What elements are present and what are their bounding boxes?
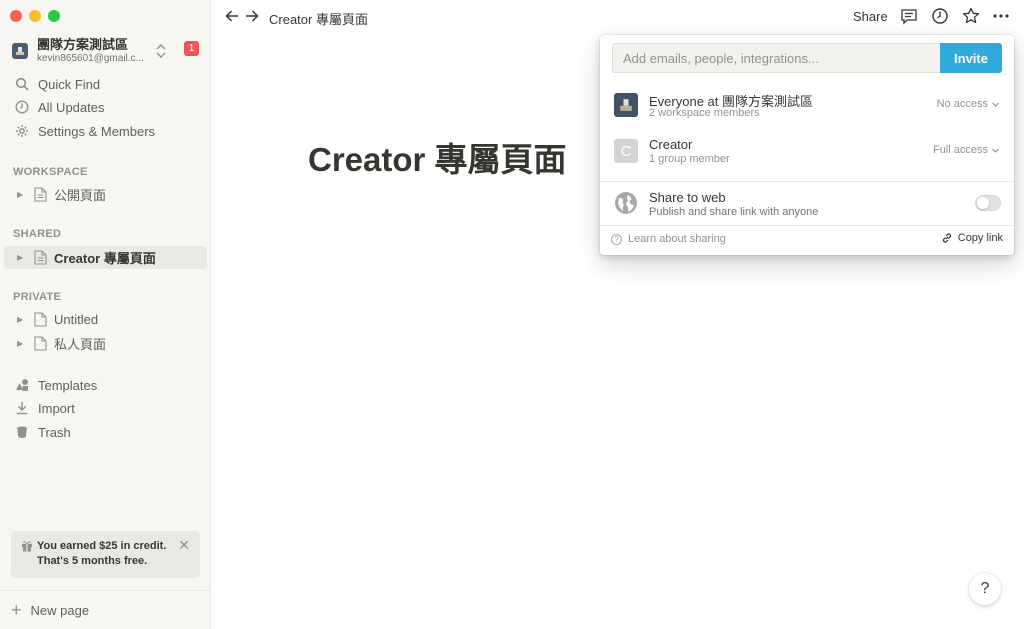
settings-members-button[interactable]: Settings & Members bbox=[4, 119, 207, 143]
chevron-down-icon bbox=[992, 102, 999, 107]
all-updates-label: All Updates bbox=[38, 99, 105, 115]
new-page-button[interactable]: + New page bbox=[0, 590, 211, 629]
divider bbox=[600, 181, 1014, 182]
learn-sharing-link[interactable]: ? Learn about sharing bbox=[611, 233, 726, 245]
notification-badge[interactable]: 1 bbox=[184, 41, 199, 56]
sidebar-page-label: 公開頁面 bbox=[54, 188, 107, 203]
member-subtitle: 1 group member bbox=[649, 153, 730, 165]
sidebar-page-label: Creator 專屬頁面 bbox=[54, 251, 156, 266]
chevron-updown-icon[interactable] bbox=[154, 42, 168, 60]
access-dropdown[interactable]: No access bbox=[937, 98, 1000, 110]
back-arrow-icon[interactable] bbox=[224, 8, 240, 24]
close-icon[interactable]: ✕ bbox=[178, 538, 190, 553]
section-label-private[interactable]: PRIVATE bbox=[13, 291, 61, 303]
expand-triangle-icon[interactable]: ▶ bbox=[17, 190, 25, 199]
member-row-workspace: Everyone at 團隊方案測試區 2 workspace members … bbox=[600, 85, 1014, 125]
star-icon[interactable] bbox=[962, 7, 980, 25]
workspace-avatar-icon bbox=[12, 43, 28, 59]
member-name: Creator bbox=[649, 137, 693, 152]
workspace-avatar-icon bbox=[614, 93, 638, 117]
share-to-web-toggle[interactable] bbox=[975, 195, 1001, 211]
forward-arrow-icon[interactable] bbox=[244, 8, 260, 24]
help-circle-icon: ? bbox=[611, 233, 622, 245]
sidebar-page-public[interactable]: ▶ 公開頁面 bbox=[4, 183, 207, 206]
expand-triangle-icon[interactable]: ▶ bbox=[17, 253, 25, 262]
sidebar-page-label: 私人頁面 bbox=[54, 337, 107, 352]
invite-row: Invite bbox=[612, 43, 1002, 73]
share-to-web-subtitle: Publish and share link with anyone bbox=[649, 206, 819, 218]
access-dropdown[interactable]: Full access bbox=[933, 144, 1000, 156]
trash-label: Trash bbox=[38, 424, 71, 440]
invite-button[interactable]: Invite bbox=[940, 43, 1002, 73]
clock-icon bbox=[14, 99, 30, 115]
learn-sharing-label: Learn about sharing bbox=[628, 233, 726, 245]
copy-link-label: Copy link bbox=[957, 232, 1003, 244]
templates-label: Templates bbox=[38, 377, 98, 393]
popover-footer: ? Learn about sharing Copy link bbox=[600, 229, 1014, 251]
share-to-web-title: Share to web bbox=[649, 190, 726, 205]
import-label: Import bbox=[38, 400, 75, 416]
page-icon bbox=[34, 250, 48, 266]
sidebar-page-private[interactable]: ▶ 私人頁面 bbox=[4, 332, 207, 355]
expand-triangle-icon[interactable]: ▶ bbox=[17, 339, 25, 348]
templates-icon bbox=[14, 377, 30, 393]
close-window-button[interactable] bbox=[10, 10, 22, 22]
access-level: Full access bbox=[932, 144, 988, 156]
breadcrumb[interactable]: Creator 專屬頁面 bbox=[269, 9, 368, 28]
search-icon bbox=[14, 76, 30, 92]
gear-icon bbox=[14, 123, 30, 139]
workspace-name: 團隊方案測試區 bbox=[37, 36, 129, 52]
page-title[interactable]: Creator 專屬頁面 bbox=[308, 133, 567, 181]
more-icon[interactable] bbox=[992, 7, 1010, 25]
sidebar-page-label: Untitled bbox=[54, 312, 99, 327]
minimize-window-button[interactable] bbox=[29, 10, 41, 22]
quick-find-button[interactable]: Quick Find bbox=[4, 72, 207, 96]
member-row-creator: C Creator 1 group member Full access bbox=[600, 131, 1014, 171]
toggle-knob bbox=[977, 197, 989, 209]
help-button[interactable]: ? bbox=[969, 573, 1001, 605]
link-icon bbox=[942, 233, 951, 243]
quick-find-label: Quick Find bbox=[38, 76, 101, 92]
sidebar: 團隊方案測試區 kevin865601@gmail.c... 1 Quick F… bbox=[0, 0, 211, 629]
trash-button[interactable]: Trash bbox=[4, 420, 207, 444]
zoom-window-button[interactable] bbox=[48, 10, 60, 22]
chevron-down-icon bbox=[992, 148, 999, 153]
credit-text-line1: You earned $25 in credit. bbox=[37, 540, 167, 552]
workspace-email: kevin865601@gmail.c... bbox=[37, 52, 144, 64]
gift-icon bbox=[22, 541, 32, 552]
credit-text-line2: That's 5 months free. bbox=[37, 555, 148, 567]
workspace-switcher[interactable]: 團隊方案測試區 kevin865601@gmail.c... 1 bbox=[12, 36, 202, 66]
page-icon bbox=[34, 187, 48, 203]
page-icon bbox=[34, 336, 48, 352]
new-page-label: New page bbox=[30, 602, 90, 618]
share-to-web-row[interactable]: Share to web Publish and share link with… bbox=[600, 183, 1014, 223]
credit-banner[interactable]: You earned $25 in credit. That's 5 month… bbox=[11, 531, 200, 578]
plus-icon: + bbox=[11, 600, 22, 620]
topbar: Creator 專屬頁面 Share bbox=[211, 0, 1024, 33]
history-icon[interactable] bbox=[931, 7, 949, 25]
all-updates-button[interactable]: All Updates bbox=[4, 95, 207, 119]
section-label-workspace[interactable]: WORKSPACE bbox=[13, 166, 88, 178]
member-subtitle: 2 workspace members bbox=[649, 107, 760, 119]
trash-icon bbox=[14, 424, 30, 440]
globe-icon bbox=[615, 192, 637, 214]
sidebar-page-creator[interactable]: ▶ Creator 專屬頁面 bbox=[4, 246, 207, 269]
page-icon bbox=[34, 312, 48, 328]
copy-link-button[interactable]: Copy link bbox=[941, 232, 1003, 244]
invite-input[interactable] bbox=[612, 43, 940, 73]
import-icon bbox=[14, 400, 30, 416]
settings-members-label: Settings & Members bbox=[38, 123, 156, 139]
import-button[interactable]: Import bbox=[4, 396, 207, 420]
section-label-shared[interactable]: SHARED bbox=[13, 228, 61, 240]
group-avatar: C bbox=[614, 139, 638, 163]
divider bbox=[600, 225, 1014, 226]
share-popover: Invite Everyone at 團隊方案測試區 2 workspace m… bbox=[600, 35, 1014, 255]
share-button[interactable]: Share bbox=[853, 9, 888, 24]
sidebar-page-untitled[interactable]: ▶ Untitled bbox=[4, 308, 207, 331]
window-controls bbox=[10, 10, 60, 22]
comment-icon[interactable] bbox=[900, 7, 918, 25]
expand-triangle-icon[interactable]: ▶ bbox=[17, 315, 25, 324]
access-level: No access bbox=[936, 98, 988, 110]
templates-button[interactable]: Templates bbox=[4, 373, 207, 397]
